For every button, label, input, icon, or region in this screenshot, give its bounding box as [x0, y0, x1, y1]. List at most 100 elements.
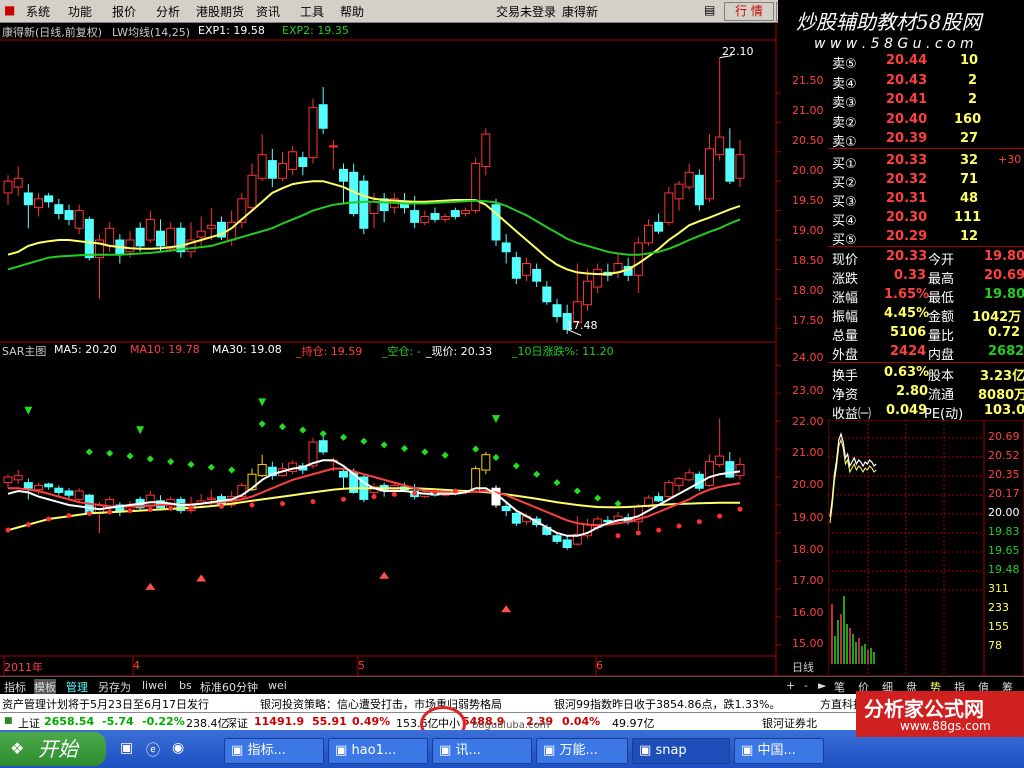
quicklaunch-ie-icon[interactable]: ⓔ — [146, 740, 160, 760]
lower-candle — [562, 539, 572, 549]
bid-row-5[interactable]: 买⑤ 20.29 12 — [828, 228, 1024, 248]
task-window[interactable]: ▣ 中国... — [734, 738, 824, 764]
tab-indicator[interactable]: 指标 — [4, 679, 26, 695]
ask-row-5[interactable]: 卖⑤ 20.44 10 — [828, 52, 1024, 72]
menu-news[interactable]: 资讯 — [256, 3, 280, 20]
upper-candle — [674, 183, 684, 200]
window-icon[interactable]: ▤ — [704, 3, 715, 17]
sar-dot-green — [106, 449, 114, 457]
task-window[interactable]: ▣ 讯... — [432, 738, 532, 764]
sar-dot-red — [412, 490, 418, 496]
lower-chicang: _持仓: 19.59 — [296, 345, 363, 358]
lower-candle — [318, 440, 328, 453]
menu-system[interactable]: 系统 — [26, 3, 50, 20]
current-stock: 康得新 — [562, 5, 599, 19]
tab-template[interactable]: 模板 — [34, 679, 56, 695]
intraday-mini-chart[interactable]: 20.69 20.52 20.35 20.17 20.00 19.83 19.6… — [828, 420, 1024, 676]
tab-bs[interactable]: bs — [179, 679, 192, 692]
sz-index-pct: 0.49% — [352, 715, 391, 728]
task-window[interactable]: ▣ 万能... — [536, 738, 628, 764]
ticker-item[interactable]: 银河99指数昨日收于3854.86点，跌1.33%。 — [554, 696, 780, 712]
sar-dot-red — [737, 506, 743, 512]
stat-row: 现价 20.33 今开 19.80 — [832, 249, 1024, 268]
upper-candle — [552, 304, 562, 317]
bid-row-4[interactable]: 买④ 20.30 111 — [828, 209, 1024, 229]
quote-divider — [828, 362, 1024, 363]
sh-index-label[interactable]: 上证 — [18, 715, 40, 731]
buy-arrow-icon — [379, 571, 390, 579]
sar-dot-green — [441, 451, 449, 459]
lower-candle — [481, 454, 491, 471]
mini-price-tick: 19.65 — [988, 544, 1020, 557]
quote-button[interactable]: 行 情 — [724, 2, 774, 21]
sar-dot-green — [146, 455, 154, 463]
ask-row-2[interactable]: 卖② 20.40 160 — [828, 111, 1024, 131]
start-button[interactable]: ❖ 开始 — [0, 732, 106, 766]
kline-chart-area[interactable]: 康得新(日线,前复权) LW均线(14,25) EXP1: 19.58 EXP2… — [0, 22, 828, 678]
sar-dot-green — [573, 487, 581, 495]
lower-ytick: 16.00 — [792, 606, 824, 619]
tab-save-as[interactable]: 另存为 — [98, 679, 131, 695]
menu-help[interactable]: 帮助 — [340, 3, 364, 20]
quicklaunch-app-icon[interactable]: ◉ — [172, 740, 184, 756]
ticker-item[interactable]: 资产管理计划将于5月23日至6月17日发行 — [2, 696, 209, 712]
upper-candle — [166, 227, 176, 250]
lower-candle — [339, 470, 348, 478]
upper-indicator-name[interactable]: LW均线(14,25) — [112, 24, 190, 40]
zoom-out-icon[interactable]: - — [804, 679, 808, 692]
lower-candle — [552, 535, 562, 542]
task-icon: ▣ — [231, 743, 244, 758]
scroll-right-icon[interactable]: ► — [818, 679, 826, 692]
bid-row-1[interactable]: 买① 20.33 32 +30 — [828, 152, 1024, 172]
sar-dot-green — [278, 423, 287, 431]
menu-analysis[interactable]: 分析 — [156, 3, 180, 20]
upper-candle — [308, 107, 318, 159]
ask-row-3[interactable]: 卖③ 20.41 2 — [828, 91, 1024, 111]
upper-candle — [501, 242, 511, 253]
mini-vol-tick: 233 — [988, 601, 1009, 614]
quicklaunch-desktop-icon[interactable]: ▣ — [120, 740, 133, 756]
buy-arrow-icon — [145, 582, 156, 590]
sz-index-label[interactable]: 深证 — [226, 715, 248, 731]
menu-function[interactable]: 功能 — [68, 3, 92, 20]
task-window[interactable]: ▣ hao1... — [328, 738, 428, 764]
app-icon[interactable]: ■ — [4, 3, 15, 17]
upper-ytick: 21.00 — [792, 104, 824, 117]
tab-manage[interactable]: 管理 — [66, 679, 88, 695]
ask-row-1[interactable]: 卖① 20.39 27 — [828, 130, 1024, 150]
login-status[interactable]: 交易未登录 — [496, 3, 556, 20]
zoom-in-icon[interactable]: + — [786, 679, 795, 692]
sell-arrow-icon — [24, 406, 33, 415]
task-icon: ▣ — [543, 743, 556, 758]
status-icon: ■ — [4, 716, 13, 726]
stat-row: 振幅 4.45% 金额 1042万 — [832, 306, 1022, 325]
upper-ytick: 21.50 — [792, 74, 824, 87]
upper-candle — [298, 157, 308, 167]
menu-hk-futures[interactable]: 港股期货 — [196, 3, 244, 20]
xaxis-period[interactable]: 日线 — [792, 659, 814, 675]
lower-chart-title[interactable]: SAR主图 — [2, 343, 46, 359]
right-tab-strokes[interactable]: 笔 — [834, 679, 845, 695]
upper-candle — [257, 154, 267, 179]
lower-ma5: MA5: 20.20 — [54, 343, 117, 356]
task-window-active[interactable]: ▣ snap — [632, 738, 730, 764]
sar-dot-green — [380, 441, 388, 449]
menu-tools[interactable]: 工具 — [300, 3, 324, 20]
upper-candle — [684, 171, 694, 188]
broker-name[interactable]: 银河证券北 — [762, 715, 817, 731]
task-window[interactable]: ▣ 指标... — [224, 738, 324, 764]
sar-dot-green — [421, 448, 429, 456]
stat-row: 总量 5106 量比 0.72 — [832, 325, 1021, 344]
tab-liwei[interactable]: liwei — [142, 679, 167, 692]
bid-row-3[interactable]: 买③ 20.31 48 — [828, 190, 1024, 210]
bid-row-2[interactable]: 买② 20.32 71 — [828, 171, 1024, 191]
upper-candle — [206, 224, 216, 229]
tab-60min[interactable]: 标准60分钟 — [200, 679, 258, 695]
tab-wei[interactable]: wei — [268, 679, 287, 692]
sar-dot-red — [25, 522, 31, 528]
quote-divider — [828, 148, 1024, 149]
upper-candle — [44, 195, 54, 203]
ask-row-4[interactable]: 卖④ 20.43 2 — [828, 72, 1024, 92]
sar-dot-red — [391, 491, 397, 497]
menu-quote[interactable]: 报价 — [112, 3, 136, 20]
